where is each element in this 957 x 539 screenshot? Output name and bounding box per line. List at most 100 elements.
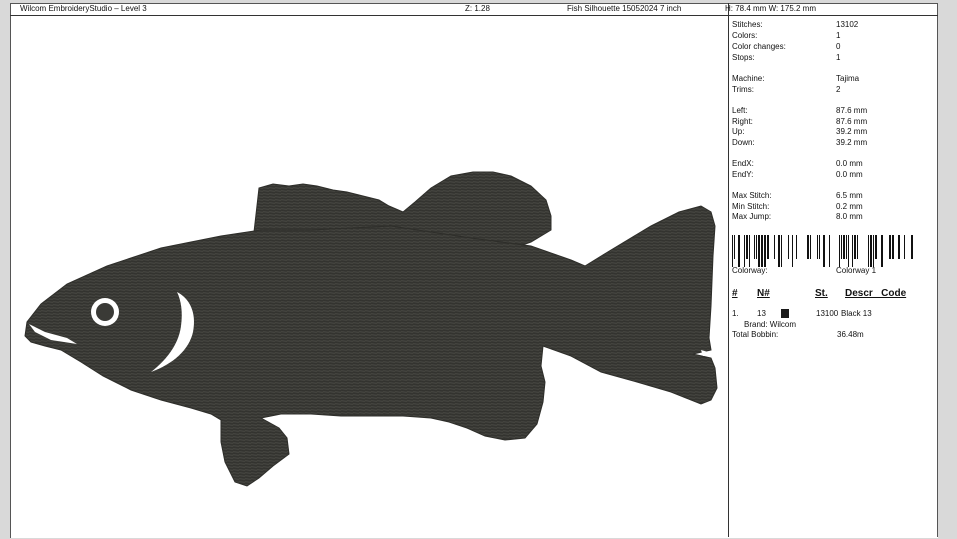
barcode-bar: [870, 235, 872, 267]
stat-down: Down: 39.2 mm: [732, 138, 932, 148]
colorway-value: Colorway 1: [836, 266, 877, 275]
colorway-label: Colorway:: [732, 266, 768, 275]
app-title: Wilcom EmbroideryStudio – Level 3: [20, 4, 147, 13]
stat-value: 39.2 mm: [836, 127, 868, 136]
design-dimensions: H: 78.4 mm W: 175.2 mm: [725, 4, 816, 13]
stat-stitches: Stitches: 13102: [732, 20, 932, 30]
barcode-bar: [792, 235, 793, 267]
stat-value: 13102: [836, 20, 859, 29]
stat-value: 0.2 mm: [836, 202, 863, 211]
barcode-bar: [846, 235, 847, 259]
total-bobbin-label: Total Bobbin:: [732, 330, 779, 339]
stat-value: 1: [836, 31, 841, 40]
row-stitches: 13100: [816, 309, 839, 318]
row-number: 13: [757, 309, 766, 318]
barcode-bar: [778, 235, 780, 267]
stat-label: Trims:: [732, 85, 754, 94]
barcode-bar: [819, 235, 820, 259]
design-name: Fish Silhouette 15052024 7 inch: [567, 4, 682, 13]
stat-value: 8.0 mm: [836, 212, 863, 221]
stat-machine: Machine: Tajima: [732, 74, 932, 84]
barcode-bar: [873, 235, 874, 267]
page-right-border: [937, 3, 938, 537]
stat-label: Color changes:: [732, 42, 786, 51]
barcode-bar: [749, 235, 750, 267]
barcode-bar: [904, 235, 905, 259]
stat-max-jump: Max Jump: 8.0 mm: [732, 212, 932, 222]
stat-label: Stops:: [732, 53, 755, 62]
barcode-bar: [734, 235, 735, 259]
total-bobbin-value: 36.48m: [837, 330, 864, 339]
fish-eye: [96, 303, 114, 321]
stat-max-stitch: Max Stitch: 6.5 mm: [732, 191, 932, 201]
barcode-bar: [881, 235, 883, 267]
fish-body: [24, 171, 718, 487]
stat-label: Machine:: [732, 74, 765, 83]
stat-label: EndX:: [732, 159, 754, 168]
barcode-bar: [746, 235, 748, 259]
barcode-bar: [892, 235, 894, 259]
stat-value: 0: [836, 42, 841, 51]
stat-right: Right: 87.6 mm: [732, 117, 932, 127]
barcode-bar: [767, 235, 769, 259]
colorway-row: Colorway: Colorway 1: [732, 266, 932, 276]
barcode-bar: [754, 235, 755, 259]
stat-endx: EndX: 0.0 mm: [732, 159, 932, 169]
row-brand: Brand: Wilcom: [744, 320, 797, 329]
fish-silhouette: [24, 171, 718, 487]
barcode-bar: [823, 235, 825, 267]
row-index: 1.: [732, 309, 739, 318]
stat-value: Tajima: [836, 74, 860, 83]
stat-value: 39.2 mm: [836, 138, 868, 147]
stat-value: 87.6 mm: [836, 117, 868, 126]
stat-label: EndY:: [732, 170, 754, 179]
thread-color-swatch: [781, 309, 789, 318]
stat-value: 2: [836, 85, 841, 94]
barcode-bar: [807, 235, 809, 259]
barcode-bar: [841, 235, 842, 259]
col-header-index: #: [732, 288, 738, 299]
barcode-bar: [839, 235, 840, 267]
stat-label: Colors:: [732, 31, 758, 40]
zoom-level: Z: 1.28: [465, 4, 490, 13]
barcode-bar: [756, 235, 757, 259]
barcode-bar: [781, 235, 782, 267]
stat-label: Max Stitch:: [732, 191, 772, 200]
barcode-bar: [758, 235, 760, 267]
stat-label: Down:: [732, 138, 755, 147]
barcode-bar: [854, 235, 856, 259]
col-header-descr-code: Descr _Code: [845, 288, 907, 299]
stat-colors: Colors: 1: [732, 31, 932, 41]
stat-label: Min Stitch:: [732, 202, 770, 211]
barcode-bar: [788, 235, 789, 259]
stat-label: Stitches:: [732, 20, 763, 29]
barcode-bar: [857, 235, 858, 259]
design-canvas[interactable]: [11, 16, 728, 537]
row-description: Black 13: [841, 309, 872, 318]
stat-endy: EndY: 0.0 mm: [732, 170, 932, 180]
col-header-number: N#: [757, 288, 770, 299]
barcode-bar: [852, 235, 853, 267]
barcode-bar: [898, 235, 900, 259]
stat-color-changes: Color changes: 0: [732, 42, 932, 52]
barcode-bar: [843, 235, 845, 259]
stat-value: 1: [836, 53, 841, 62]
stat-value: 87.6 mm: [836, 106, 868, 115]
barcode-image: [732, 235, 913, 267]
stat-label: Up:: [732, 127, 745, 136]
info-panel-divider: [728, 3, 729, 537]
stat-label: Right:: [732, 117, 753, 126]
barcode-bar: [889, 235, 891, 259]
barcode-bar: [810, 235, 811, 259]
stat-label: Max Jump:: [732, 212, 772, 221]
barcode-bar: [848, 235, 849, 267]
barcode-bar: [868, 235, 869, 267]
stat-trims: Trims: 2: [732, 85, 932, 95]
barcode-bar: [875, 235, 877, 259]
stat-left: Left: 87.6 mm: [732, 106, 932, 116]
stat-value: 0.0 mm: [836, 170, 863, 179]
barcode-bar: [774, 235, 775, 259]
stat-value: 6.5 mm: [836, 191, 863, 200]
barcode-bar: [761, 235, 763, 267]
barcode-bar: [738, 235, 740, 267]
